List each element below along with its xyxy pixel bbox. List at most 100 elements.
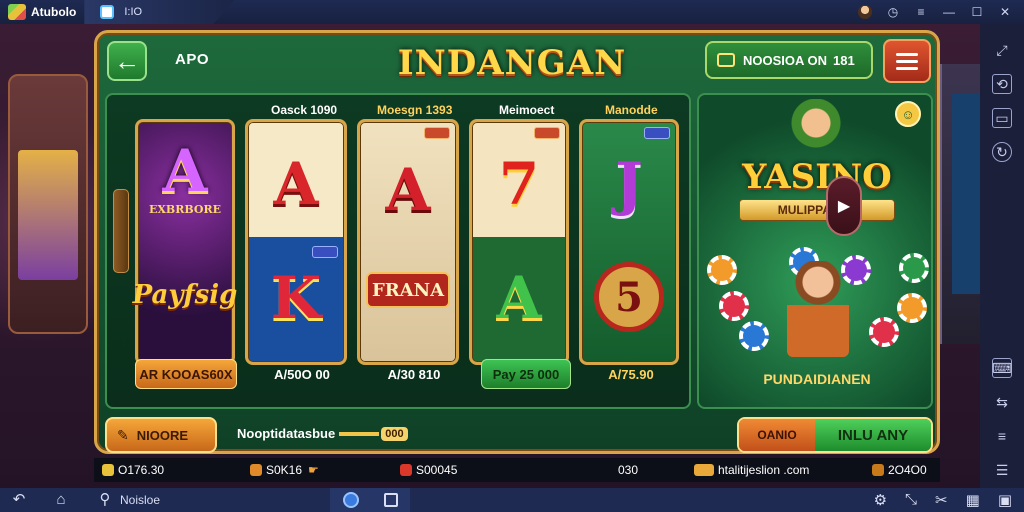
grid-icon[interactable]: ▦ [966,491,980,509]
nav-center [330,488,410,512]
home-icon[interactable]: ⌂ [50,491,72,509]
settings-icon[interactable]: ⚙ [874,491,887,509]
status-balance: O176.30 [118,463,165,477]
app-name: Atubolo [31,5,77,19]
header-label: APO [175,51,210,68]
reel-header: Meimoect [499,103,555,117]
game-title: INDANGAN [397,43,627,83]
expand-icon[interactable]: ⤢ [992,40,1012,60]
mascot-image [783,99,849,159]
scissors-icon[interactable]: ✂ [935,491,948,509]
reel-symbol: FRANA [366,272,450,308]
slot-icon [250,464,262,476]
lever-handle[interactable] [113,189,129,273]
bet-label: A/30 810 [387,366,441,382]
tab-icon [100,5,115,19]
close-icon[interactable]: ✕ [998,5,1012,19]
auto-button[interactable]: ✎ NIOORE [105,417,217,453]
window-icon[interactable] [383,493,398,507]
notification-badge: 000 [381,426,408,441]
rotate-icon[interactable]: ⟲ [992,74,1012,94]
more-icon[interactable]: ≡ [992,426,1012,446]
reel-symbol: A [496,264,542,332]
expand-icon[interactable]: ⤡ [905,491,917,509]
status-coins: S00045 [416,463,458,477]
back-button[interactable]: ← [107,41,147,81]
option-button[interactable]: OANIO [739,419,815,451]
chevron-right-icon: ▶ [837,198,851,215]
ticket-icon: ✎ [117,426,129,443]
promo-subtitle: PUNDAIDIANEN [763,371,871,387]
chip-icon [739,321,769,351]
dealer-image [787,261,849,357]
promo-title: YASINO [742,157,892,197]
screen-icon[interactable]: ▭ [992,108,1012,128]
emulator-titlebar: Atubolo I:IO ◷ ≡ — ☐ ✕ [0,0,1024,24]
promo-banner: MULIPPANNE [739,199,895,221]
reels-panel: Oasck 1090 Moesgn 1393 Meimoect Manodde … [105,93,691,409]
next-arrow-button[interactable]: ▶ [826,176,862,236]
status-bar: O176.30 S0K16 ☛ S00045 030 htalitijeslio… [94,458,940,482]
sync-icon[interactable]: ↻ [992,142,1012,162]
menu-button[interactable] [883,39,931,83]
status-count: 030 [618,463,639,477]
status-site: htalitijeslion .com [718,463,810,477]
reel-symbol: J [615,150,643,218]
notification-label: Nooptidatasbue [237,426,336,441]
search-icon[interactable]: ⚲ [94,491,116,509]
avatar-icon[interactable] [858,5,872,19]
bonus-pill[interactable]: NOOSIOA ON 181 [705,41,873,79]
slot-machine-left [8,74,88,334]
tab-home[interactable]: I:IO [84,0,235,24]
maximize-icon[interactable]: ☐ [970,5,984,19]
shake-icon[interactable]: ☰ [992,460,1012,480]
chip-icon [707,255,737,285]
bet-label: A/50O 00 [274,366,330,382]
volume-icon[interactable]: ⇆ [992,392,1012,412]
keyboard-icon[interactable]: ⌨ [992,358,1012,378]
reel-symbol: A [385,156,431,224]
notification-text: Nooptidatasbue 000 [237,426,408,441]
chip-icon [869,317,899,347]
slot-machine-right [940,64,980,344]
fullscreen-icon[interactable]: ▣ [998,491,1012,509]
app-icon[interactable] [342,492,359,508]
reel-column-5: J 5 [579,119,679,365]
bet-label[interactable]: AR KOOAS60X [135,359,237,389]
nav-label: Noisloe [120,493,161,507]
minimize-icon[interactable]: — [942,5,956,19]
play-any-button[interactable]: INLU ANY [815,419,931,451]
reel-symbol: 7 [498,150,540,218]
reel-column-3: A FRANA [357,119,459,365]
status-slot: S0K16 [266,463,303,477]
tab-label: I:IO [124,6,143,18]
menu-icon[interactable]: ≡ [914,5,928,19]
reel-badge [424,127,450,139]
reel-symbol: A [273,150,319,218]
clock-icon[interactable]: ◷ [886,5,900,19]
bet-label[interactable]: Pay 25 000 [481,359,571,389]
status-time: 2O4O0 [888,463,927,477]
play-button-group[interactable]: OANIO INLU ANY [737,417,933,453]
info-icon[interactable]: ☺ [895,101,921,127]
reel-column-4: 7 A [469,119,569,365]
chip-icon [899,253,929,283]
reel-caption: EXBRBORE [149,202,221,216]
app-logo-icon [8,4,26,20]
chest-icon [694,464,714,476]
wallet-icon [717,53,735,67]
reel-symbol: A [162,137,208,205]
promo-panel[interactable]: ☺ YASINO MULIPPANNE PUNDAIDIANEN [697,93,933,409]
chip-icon [719,291,749,321]
bonus-pill-text: NOOSIOA ON [743,52,828,68]
reel-symbol: K [270,264,322,332]
reel-header: Moesgn 1393 [377,103,453,117]
hand-icon: ☛ [308,463,319,477]
coin-icon [102,464,114,476]
back-arrow-icon: ← [114,45,140,76]
back-icon[interactable]: ↶ [8,491,30,509]
notification-slider [339,431,380,436]
bet-label: A/75.90 [608,366,654,382]
reel-symbol: Payfsig [132,280,238,310]
reel-column-1: A EXBRBORE Payfsig [132,119,238,365]
